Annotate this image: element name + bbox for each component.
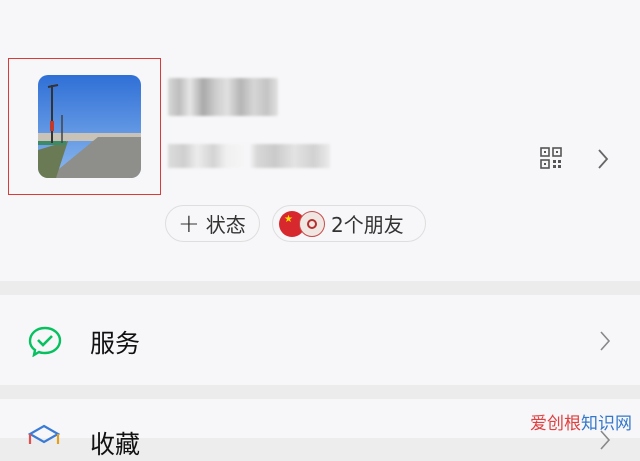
watermark-part-3: 知识网 — [581, 414, 632, 434]
watermark: 爱 创根 知识网 — [530, 409, 632, 434]
service-label: 服务 — [90, 329, 141, 358]
nickname-blurred — [168, 78, 278, 116]
friends-label: 2个朋友 — [331, 213, 404, 237]
favorites-cube-icon — [28, 424, 60, 444]
friend-avatar-2 — [299, 210, 325, 237]
watermark-part-2: 创根 — [547, 414, 581, 434]
qr-code-icon[interactable] — [540, 147, 562, 169]
status-label: 状态 — [205, 213, 246, 237]
section-divider — [0, 385, 640, 399]
plus-icon: + — [178, 208, 200, 239]
status-button[interactable]: + 状态 — [165, 205, 260, 242]
section-divider — [0, 281, 640, 295]
chevron-right-icon — [600, 331, 611, 351]
watermark-part-1: 爱 — [530, 414, 547, 434]
friends-button[interactable]: 2个朋友 — [272, 205, 426, 242]
avatar[interactable] — [38, 75, 141, 178]
favorites-label: 收藏 — [90, 430, 141, 459]
wechat-pay-icon — [28, 326, 62, 357]
wechat-id-blurred — [168, 144, 330, 168]
chevron-right-icon[interactable] — [596, 147, 610, 171]
